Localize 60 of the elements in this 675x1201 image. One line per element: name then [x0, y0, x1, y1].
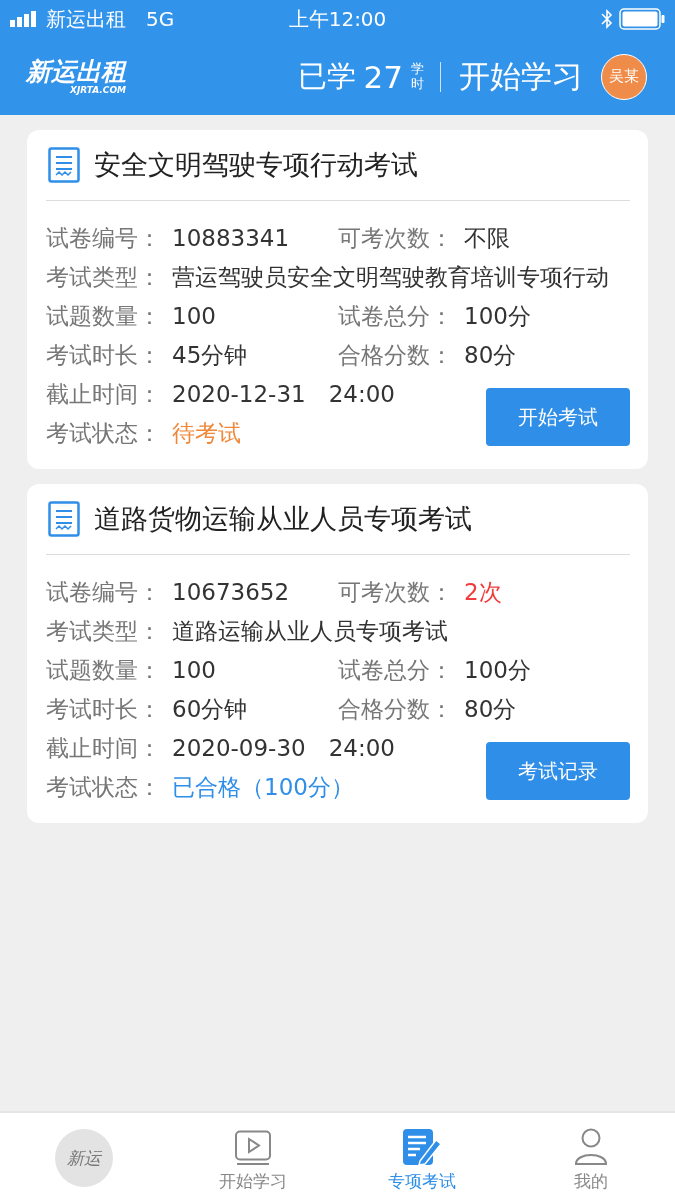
hours-unit: 学时 [411, 62, 424, 91]
document-icon [48, 147, 80, 183]
field-label: 考试时长： [46, 695, 162, 724]
exam-button[interactable]: 考试记录 [486, 742, 630, 800]
field-value: 100 [172, 302, 216, 331]
bluetooth-icon [601, 9, 613, 29]
field-label: 截止时间： [46, 380, 162, 409]
tab-item[interactable]: 我的 [506, 1113, 675, 1201]
start-study-link[interactable]: 开始学习 [459, 55, 583, 98]
field-value: 营运驾驶员安全文明驾驶教育培训专项行动 [172, 263, 609, 292]
field-label: 考试类型： [46, 263, 162, 292]
field-label: 截止时间： [46, 734, 162, 763]
battery-icon [619, 8, 665, 30]
field-label: 合格分数： [338, 695, 454, 724]
play-icon [234, 1130, 273, 1166]
exam-title: 安全文明驾驶专项行动考试 [94, 148, 418, 182]
field-value: 60分钟 [172, 695, 248, 724]
tab-item[interactable]: 专项考试 [337, 1113, 507, 1201]
field-label: 试题数量： [46, 656, 162, 685]
field-label: 合格分数： [338, 341, 454, 370]
field-value: 80分 [464, 695, 517, 724]
field-label: 可考次数： [338, 578, 454, 607]
field-value: 2次 [464, 578, 502, 607]
tab-item[interactable]: 开始学习 [168, 1113, 338, 1201]
field-label: 试卷总分： [338, 656, 454, 685]
field-label: 考试类型： [46, 617, 162, 646]
field-label: 考试状态： [46, 419, 162, 448]
document-icon [48, 501, 80, 537]
field-label: 试题数量： [46, 302, 162, 331]
field-value: 100分 [464, 302, 531, 331]
field-value: 2020-09-30 24:00 [172, 734, 395, 763]
edit-document-icon [401, 1128, 442, 1166]
carrier-name: 新运出租 [46, 5, 126, 33]
studied-hours: 27 [363, 58, 403, 95]
person-icon [573, 1128, 608, 1166]
tab-item[interactable]: 新运 [0, 1113, 169, 1201]
field-value: 45分钟 [172, 341, 248, 370]
studied-label: 已学 [297, 57, 356, 95]
field-value: 不限 [464, 224, 510, 253]
field-value: 100 [172, 656, 216, 685]
user-avatar[interactable]: 吴某 [601, 53, 647, 100]
exam-title: 道路货物运输从业人员专项考试 [94, 502, 472, 536]
field-label: 考试状态： [46, 773, 162, 802]
field-label: 可考次数： [338, 224, 454, 253]
field-value: 10673652 [172, 578, 290, 607]
app-logo: 新运出租 XJRTA.COM [26, 58, 126, 95]
clock-time: 上午12:00 [288, 5, 387, 33]
field-label: 试卷总分： [338, 302, 454, 331]
exam-status: 已合格（100分） [172, 773, 354, 802]
exam-status: 待考试 [172, 419, 241, 448]
field-label: 试卷编号： [46, 224, 162, 253]
field-label: 试卷编号： [46, 578, 162, 607]
field-value: 10883341 [172, 224, 290, 253]
exam-button[interactable]: 开始考试 [486, 388, 630, 446]
field-value: 2020-12-31 24:00 [172, 380, 395, 409]
network-type: 5G [146, 7, 175, 31]
field-value: 80分 [464, 341, 517, 370]
field-value: 道路运输从业人员专项考试 [172, 617, 448, 646]
field-value: 100分 [464, 656, 531, 685]
field-label: 考试时长： [46, 341, 162, 370]
